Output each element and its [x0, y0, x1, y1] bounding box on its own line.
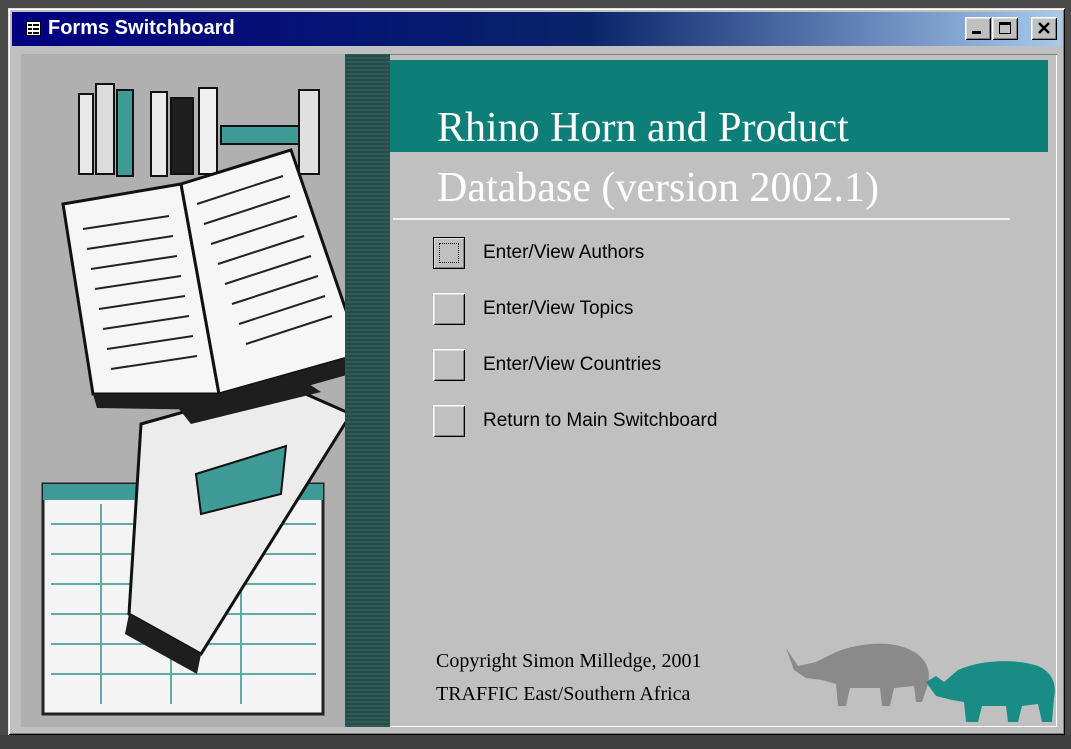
minimize-icon — [972, 31, 981, 34]
switchboard-item-countries[interactable]: Enter/View Countries — [433, 349, 813, 383]
desktop-strip — [0, 735, 1071, 749]
enter-view-topics-button[interactable] — [433, 293, 465, 325]
switchboard-item-label[interactable]: Return to Main Switchboard — [483, 410, 717, 432]
maximize-button[interactable] — [992, 17, 1018, 40]
switchboard-item-main[interactable]: Return to Main Switchboard — [433, 405, 813, 439]
copyright-line2: TRAFFIC East/Southern Africa — [436, 683, 691, 705]
window-title: Forms Switchboard — [48, 17, 235, 39]
divider — [393, 218, 1010, 220]
return-to-main-switchboard-button[interactable] — [433, 405, 465, 437]
enter-view-authors-button[interactable] — [433, 237, 465, 269]
copyright-text: Copyright Simon Milledge, 2001 TRAFFIC E… — [436, 645, 702, 711]
switchboard-item-label[interactable]: Enter/View Authors — [483, 242, 644, 264]
switchboard-item-label[interactable]: Enter/View Topics — [483, 298, 633, 320]
minimize-button[interactable] — [965, 17, 991, 40]
switchboard-item-authors[interactable]: Enter/View Authors — [433, 237, 813, 271]
title-bar[interactable]: Forms Switchboard — [12, 12, 1061, 46]
form-icon — [26, 21, 41, 36]
decorative-stripe — [345, 54, 390, 727]
grey-rhino-icon — [786, 643, 929, 706]
books-illustration — [21, 54, 345, 727]
copyright-line1: Copyright Simon Milledge, 2001 — [436, 650, 702, 672]
form-title-line2: Database (version 2002.1) — [437, 165, 880, 211]
maximize-icon — [999, 22, 1011, 34]
close-icon — [1038, 22, 1050, 34]
teal-rhino-icon — [926, 661, 1055, 722]
switchboard-item-topics[interactable]: Enter/View Topics — [433, 293, 813, 327]
close-button[interactable] — [1031, 17, 1057, 40]
switchboard-form: Rhino Horn and Product Database (version… — [21, 54, 1057, 727]
switchboard-item-label[interactable]: Enter/View Countries — [483, 354, 661, 376]
forms-switchboard-window: Forms Switchboard Rhino Horn and Product… — [8, 8, 1065, 735]
form-title-line1: Rhino Horn and Product — [437, 105, 849, 151]
enter-view-countries-button[interactable] — [433, 349, 465, 381]
rhino-logo-icon — [786, 643, 1055, 722]
